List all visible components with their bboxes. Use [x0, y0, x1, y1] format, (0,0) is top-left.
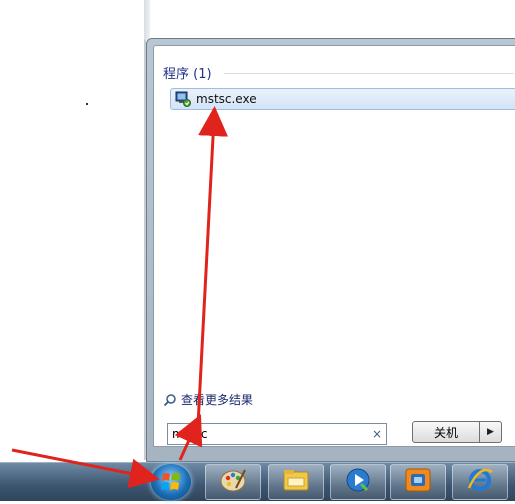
shutdown-options-button[interactable]: ▶	[480, 421, 502, 443]
result-label: mstsc.exe	[196, 92, 257, 106]
taskbar-media-player-button[interactable]	[330, 464, 386, 500]
background-dot	[86, 103, 88, 105]
start-menu: 程序 (1) mstsc.exe 查看更多结果 mstsc × 关机 ▶	[146, 38, 515, 462]
background-window-edge	[144, 0, 150, 40]
clear-search-button[interactable]: ×	[368, 427, 386, 441]
virtual-machine-icon	[403, 466, 433, 498]
search-icon	[163, 393, 177, 407]
taskbar-explorer-button[interactable]	[268, 464, 324, 500]
programs-section-title: 程序 (1)	[163, 67, 212, 82]
search-input[interactable]	[168, 425, 368, 443]
taskbar-paint-button[interactable]	[205, 464, 261, 500]
paint-palette-icon	[218, 466, 248, 498]
taskbar-ie-button[interactable]	[452, 464, 508, 500]
remote-desktop-icon	[175, 91, 191, 107]
windows-start-orb-icon[interactable]	[151, 464, 191, 500]
file-explorer-icon	[281, 466, 311, 498]
result-item-mstsc[interactable]: mstsc.exe	[170, 88, 515, 110]
see-more-results-link[interactable]: 查看更多结果	[163, 391, 253, 408]
internet-explorer-icon	[465, 466, 495, 498]
media-player-icon	[343, 466, 373, 498]
taskbar-vm-button[interactable]	[390, 464, 446, 500]
start-search-box[interactable]: ×	[167, 423, 387, 445]
section-divider	[224, 73, 514, 74]
search-results-pane: 程序 (1) mstsc.exe 查看更多结果	[153, 45, 515, 447]
shutdown-button[interactable]: 关机	[412, 421, 480, 443]
see-more-label: 查看更多结果	[181, 393, 254, 407]
